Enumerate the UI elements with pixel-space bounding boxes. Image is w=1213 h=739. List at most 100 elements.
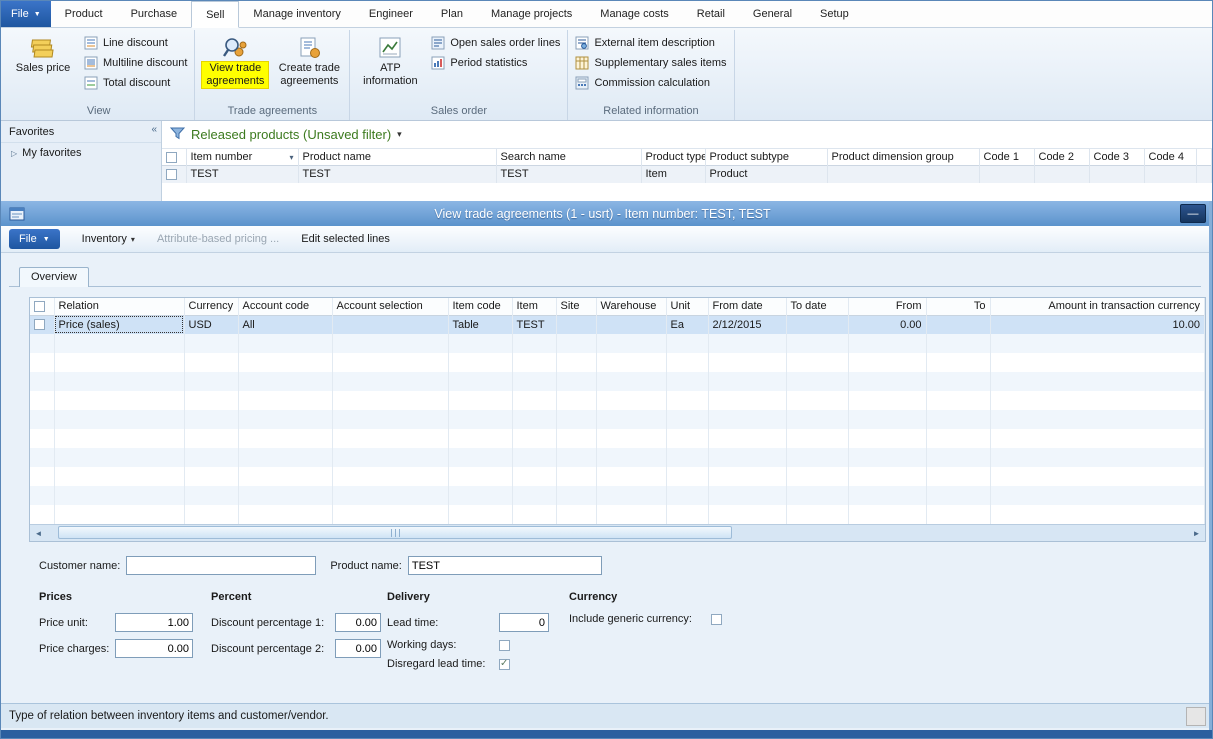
scrollbar-thumb[interactable]: [58, 526, 731, 539]
select-all-column[interactable]: [162, 149, 186, 166]
grid-empty-row[interactable]: [30, 334, 1205, 353]
tab-manage-inventory[interactable]: Manage inventory: [239, 1, 354, 27]
trade-agreement-row[interactable]: Price (sales) USD All Table TEST Ea 2/12…: [30, 315, 1205, 334]
col-warehouse[interactable]: Warehouse: [596, 298, 666, 315]
col-code2[interactable]: Code 2: [1034, 149, 1089, 166]
ribbon: Sales price Line discount Multiline disc…: [1, 28, 1212, 121]
price-charges-field[interactable]: [115, 639, 193, 658]
grid-empty-row[interactable]: [30, 505, 1205, 524]
col-relation[interactable]: Relation: [54, 298, 184, 315]
attribute-based-pricing-menu: Attribute-based pricing ...: [157, 233, 279, 245]
scroll-right-icon[interactable]: ►: [1188, 529, 1205, 538]
ta-row-checkbox[interactable]: [34, 319, 45, 330]
supplementary-sales-items-button[interactable]: Supplementary sales items: [575, 56, 726, 70]
tab-overview[interactable]: Overview: [19, 267, 89, 287]
period-statistics-button[interactable]: Period statistics: [431, 56, 560, 70]
col-product-subtype[interactable]: Product subtype: [705, 149, 827, 166]
modal-file-menu[interactable]: File▼: [9, 229, 60, 249]
working-days-checkbox[interactable]: [499, 640, 510, 651]
col-amount[interactable]: Amount in transaction currency: [990, 298, 1205, 315]
col-code3[interactable]: Code 3: [1089, 149, 1144, 166]
tab-retail[interactable]: Retail: [683, 1, 739, 27]
col-from[interactable]: From: [848, 298, 926, 315]
atp-information-button[interactable]: ATP information: [357, 34, 423, 88]
multiline-discount-button[interactable]: Multiline discount: [84, 56, 187, 70]
disregard-lead-time-checkbox[interactable]: [499, 659, 510, 670]
grid-empty-row[interactable]: [30, 429, 1205, 448]
edit-selected-lines-menu[interactable]: Edit selected lines: [301, 233, 390, 245]
ta-select-all-column[interactable]: [30, 298, 54, 315]
modal-inventory-menu[interactable]: Inventory▾: [82, 233, 135, 245]
col-code1[interactable]: Code 1: [979, 149, 1034, 166]
multiline-discount-icon: [84, 56, 98, 70]
product-name-field[interactable]: [408, 556, 602, 575]
col-item[interactable]: Item: [512, 298, 556, 315]
tab-purchase[interactable]: Purchase: [117, 1, 191, 27]
grid-empty-row[interactable]: [30, 448, 1205, 467]
ribbon-tab-strip: File▼ Product Purchase Sell Manage inven…: [1, 1, 1212, 28]
discount-percentage-1-field[interactable]: [335, 613, 381, 632]
tab-manage-projects[interactable]: Manage projects: [477, 1, 586, 27]
col-account-selection[interactable]: Account selection: [332, 298, 448, 315]
col-to[interactable]: To: [926, 298, 990, 315]
grid-empty-row[interactable]: [30, 467, 1205, 486]
sidebar-collapse-button[interactable]: «: [151, 124, 157, 135]
grid-empty-row[interactable]: [30, 486, 1205, 505]
chevron-down-icon: ▼: [43, 236, 50, 243]
scrollbar-track[interactable]: [47, 525, 1188, 541]
ta-select-all-checkbox[interactable]: [34, 301, 45, 312]
lead-time-field[interactable]: [499, 613, 549, 632]
tab-setup[interactable]: Setup: [806, 1, 863, 27]
sidebar-item-my-favorites[interactable]: ▷ My favorites: [1, 143, 161, 163]
tab-manage-costs[interactable]: Manage costs: [586, 1, 682, 27]
col-item-code[interactable]: Item code: [448, 298, 512, 315]
tab-plan[interactable]: Plan: [427, 1, 477, 27]
sales-price-button[interactable]: Sales price: [10, 34, 76, 75]
col-search-name[interactable]: Search name: [496, 149, 641, 166]
select-all-checkbox[interactable]: [166, 152, 177, 163]
percent-section-header: Percent: [211, 591, 387, 603]
customer-name-field[interactable]: [126, 556, 316, 575]
filter-dropdown-icon[interactable]: ▾: [397, 129, 402, 140]
col-item-number[interactable]: Item number▾: [186, 149, 298, 166]
tab-file[interactable]: File▼: [1, 1, 51, 27]
product-row[interactable]: TEST TEST TEST Item Product: [162, 166, 1212, 183]
products-filter-title[interactable]: Released products (Unsaved filter): [191, 127, 391, 142]
col-to-date[interactable]: To date: [786, 298, 848, 315]
col-from-date[interactable]: From date: [708, 298, 786, 315]
col-currency[interactable]: Currency: [184, 298, 238, 315]
col-code4[interactable]: Code 4: [1144, 149, 1196, 166]
tab-general[interactable]: General: [739, 1, 806, 27]
line-discount-button[interactable]: Line discount: [84, 36, 187, 50]
minimize-button[interactable]: —: [1180, 204, 1206, 223]
grid-empty-row[interactable]: [30, 353, 1205, 372]
row-checkbox[interactable]: [166, 169, 177, 180]
tab-sell[interactable]: Sell: [191, 1, 239, 28]
grid-empty-row[interactable]: [30, 372, 1205, 391]
total-discount-button[interactable]: Total discount: [84, 76, 187, 90]
horizontal-scrollbar[interactable]: ◄ ►: [30, 524, 1205, 541]
tab-product[interactable]: Product: [51, 1, 117, 27]
resize-grip[interactable]: [1186, 707, 1206, 726]
col-account-code[interactable]: Account code: [238, 298, 332, 315]
view-trade-agreements-button[interactable]: View trade agreements: [202, 34, 268, 88]
col-product-dimension-group[interactable]: Product dimension group: [827, 149, 979, 166]
scroll-left-icon[interactable]: ◄: [30, 529, 47, 538]
include-generic-currency-checkbox[interactable]: [711, 614, 722, 625]
col-unit[interactable]: Unit: [666, 298, 708, 315]
grid-empty-row[interactable]: [30, 391, 1205, 410]
supplementary-sales-items-icon: [575, 56, 589, 70]
column-filter-icon[interactable]: ▾: [289, 153, 293, 162]
modal-title-bar[interactable]: View trade agreements (1 - usrt) - Item …: [1, 201, 1209, 226]
col-product-type[interactable]: Product type: [641, 149, 705, 166]
col-site[interactable]: Site: [556, 298, 596, 315]
price-unit-field[interactable]: [115, 613, 193, 632]
create-trade-agreements-button[interactable]: Create trade agreements: [276, 34, 342, 88]
external-item-description-button[interactable]: External item description: [575, 36, 726, 50]
col-product-name[interactable]: Product name: [298, 149, 496, 166]
discount-percentage-2-field[interactable]: [335, 639, 381, 658]
tab-engineer[interactable]: Engineer: [355, 1, 427, 27]
commission-calculation-button[interactable]: Commission calculation: [575, 76, 726, 90]
open-sales-order-lines-button[interactable]: Open sales order lines: [431, 36, 560, 50]
grid-empty-row[interactable]: [30, 410, 1205, 429]
